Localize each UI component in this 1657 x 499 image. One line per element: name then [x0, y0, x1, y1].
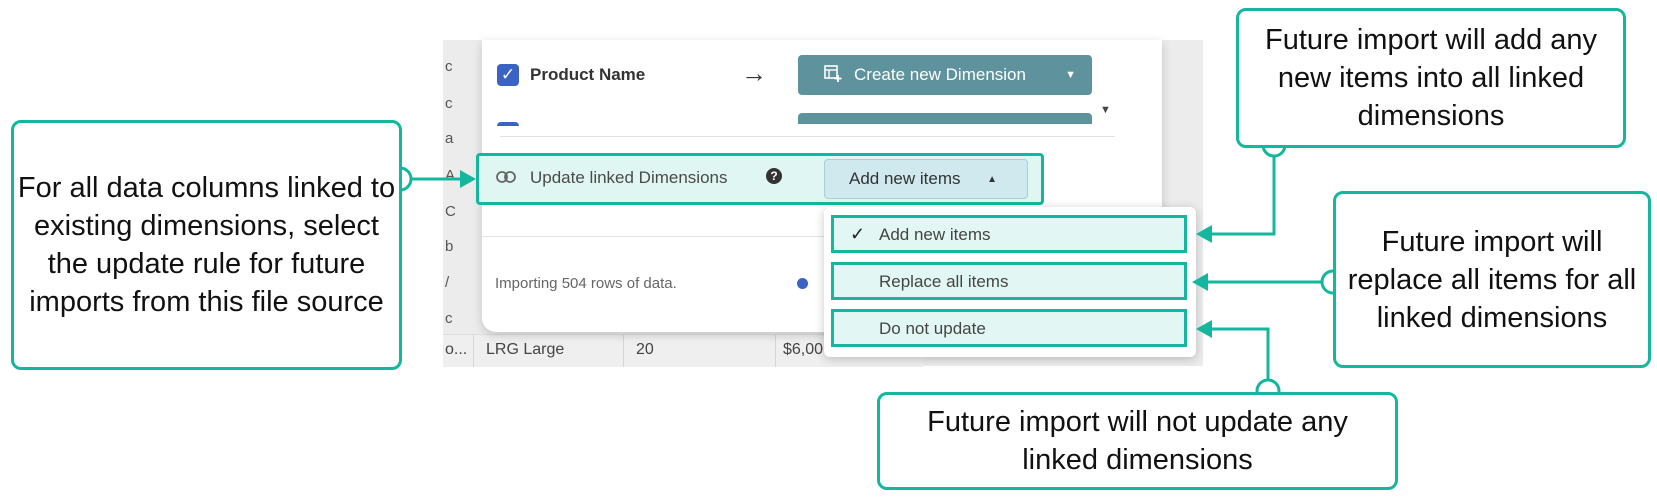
callout-left: For all data columns linked to existing … — [11, 120, 402, 370]
callout-top-right: Future import will add any new items int… — [1236, 8, 1626, 148]
callout-text: Future import will not update any linked… — [927, 406, 1348, 476]
callout-text: Future import will add any new items int… — [1264, 24, 1598, 132]
callout-text: For all data columns linked to existing … — [17, 172, 396, 318]
callout-right: Future import will replace all items for… — [1333, 191, 1651, 368]
callout-text: Future import will replace all items for… — [1347, 225, 1637, 334]
callout-bottom: Future import will not update any linked… — [877, 392, 1398, 490]
